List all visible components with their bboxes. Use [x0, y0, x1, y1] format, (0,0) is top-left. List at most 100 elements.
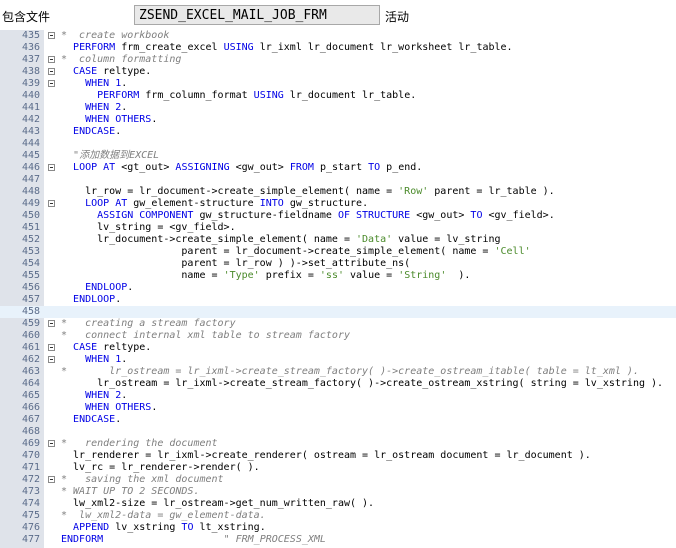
line-number: 440	[21, 90, 40, 101]
program-name-field[interactable]: ZSEND_EXCEL_MAIL_JOB_FRM	[134, 5, 380, 25]
line-number: 473	[21, 486, 40, 497]
line-number: 446	[21, 162, 40, 173]
line-number: 470	[21, 450, 40, 461]
code-line[interactable]: 453 parent = lr_document->create_simple_…	[0, 246, 676, 258]
line-number: 463	[21, 366, 40, 377]
code-text: * column formatting	[61, 54, 182, 65]
code-text: lv_string = <gv_field>.	[61, 222, 236, 233]
code-line[interactable]: 461 CASE reltype.	[0, 342, 676, 354]
line-number: 471	[21, 462, 40, 473]
line-number: 444	[21, 138, 40, 149]
line-number: 448	[21, 186, 40, 197]
line-number: 462	[21, 354, 40, 365]
code-line[interactable]: 451 lv_string = <gv_field>.	[0, 222, 676, 234]
line-number: 436	[21, 42, 40, 53]
code-line[interactable]: 452 lr_document->create_simple_element( …	[0, 234, 676, 246]
code-text: lr_ostream = lr_ixml->create_stream_fact…	[61, 378, 664, 389]
code-line[interactable]: 470 lr_renderer = lr_ixml->create_render…	[0, 450, 676, 462]
line-number: 461	[21, 342, 40, 353]
code-text: * creating a stream factory	[61, 318, 236, 329]
code-line[interactable]: 464 lr_ostream = lr_ixml->create_stream_…	[0, 378, 676, 390]
code-line[interactable]: 475 * lw_xml2-data = gw_element-data.	[0, 510, 676, 522]
line-number: 457	[21, 294, 40, 305]
code-line[interactable]: 455 name = 'Type' prefix = 'ss' value = …	[0, 270, 676, 282]
code-line[interactable]: 469 * rendering the document	[0, 438, 676, 450]
code-line[interactable]: 445 "添加数据到EXCEL	[0, 150, 676, 162]
code-line[interactable]: 437 * column formatting	[0, 54, 676, 66]
collapse-block-icon[interactable]	[48, 476, 55, 483]
code-text: CASE reltype.	[73, 342, 152, 353]
code-line[interactable]: 436 PERFORM frm_create_excel USING lr_ix…	[0, 42, 676, 54]
code-line[interactable]: 467 ENDCASE.	[0, 414, 676, 426]
line-number: 455	[21, 270, 40, 281]
code-line[interactable]: 472 * saving the xml document	[0, 474, 676, 486]
code-line[interactable]: 476 APPEND lv_xstring TO lt_xstring.	[0, 522, 676, 534]
code-line[interactable]: 458	[0, 306, 676, 318]
collapse-block-icon[interactable]	[48, 320, 55, 327]
code-line[interactable]: 435 * create workbook	[0, 30, 676, 42]
line-number: 445	[21, 150, 40, 161]
line-number: 456	[21, 282, 40, 293]
code-text: ASSIGN COMPONENT gw_structure-fieldname …	[97, 210, 555, 221]
line-number: 475	[21, 510, 40, 521]
code-line[interactable]: 459 * creating a stream factory	[0, 318, 676, 330]
code-line[interactable]: 463 * lr_ostream = lr_ixml->create_stream…	[0, 366, 676, 378]
collapse-block-icon[interactable]	[48, 80, 55, 87]
code-line[interactable]: 468	[0, 426, 676, 438]
code-line[interactable]: 473 * WAIT UP TO 2 SECONDS.	[0, 486, 676, 498]
code-line[interactable]: 448 lr_row = lr_document->create_simple_…	[0, 186, 676, 198]
code-line[interactable]: 471 lv_rc = lr_renderer->render( ).	[0, 462, 676, 474]
code-text: lr_renderer = lr_ixml->create_renderer( …	[61, 450, 591, 461]
line-number: 466	[21, 402, 40, 413]
code-line[interactable]: 465 WHEN 2.	[0, 390, 676, 402]
line-number: 435	[21, 30, 40, 41]
collapse-block-icon[interactable]	[48, 68, 55, 75]
line-number: 459	[21, 318, 40, 329]
code-line[interactable]: 449 LOOP AT gw_element-structure INTO gw…	[0, 198, 676, 210]
line-number: 442	[21, 114, 40, 125]
code-text: ENDFORM " FRM_PROCESS_XML	[61, 534, 326, 545]
code-line[interactable]: 457 ENDLOOP.	[0, 294, 676, 306]
code-line[interactable]: 439 WHEN 1.	[0, 78, 676, 90]
code-line[interactable]: 477 ENDFORM " FRM_PROCESS_XML	[0, 534, 676, 546]
code-line[interactable]: 460 * connect internal xml table to strea…	[0, 330, 676, 342]
code-line[interactable]: 450 ASSIGN COMPONENT gw_structure-fieldn…	[0, 210, 676, 222]
line-number: 452	[21, 234, 40, 245]
code-line[interactable]: 466 WHEN OTHERS.	[0, 402, 676, 414]
code-line[interactable]: 442 WHEN OTHERS.	[0, 114, 676, 126]
code-line[interactable]: 440 PERFORM frm_column_format USING lr_d…	[0, 90, 676, 102]
code-text: ENDLOOP.	[85, 282, 134, 293]
collapse-block-icon[interactable]	[48, 344, 55, 351]
collapse-block-icon[interactable]	[48, 56, 55, 63]
code-line[interactable]: 474 lw_xml2-size = lr_ostream->get_num_w…	[0, 498, 676, 510]
code-line[interactable]: 443 ENDCASE.	[0, 126, 676, 138]
collapse-block-icon[interactable]	[48, 164, 55, 171]
code-line[interactable]: 456 ENDLOOP.	[0, 282, 676, 294]
line-number: 464	[21, 378, 40, 389]
collapse-block-icon[interactable]	[48, 32, 55, 39]
code-line[interactable]: 441 WHEN 2.	[0, 102, 676, 114]
collapse-block-icon[interactable]	[48, 440, 55, 447]
code-line[interactable]: 454 parent = lr_row ) )->set_attribute_n…	[0, 258, 676, 270]
line-number: 465	[21, 390, 40, 401]
code-line[interactable]: 462 WHEN 1.	[0, 354, 676, 366]
code-text: PERFORM frm_column_format USING lr_docum…	[97, 90, 417, 101]
line-number: 450	[21, 210, 40, 221]
collapse-block-icon[interactable]	[48, 200, 55, 207]
code-text: parent = lr_document->create_simple_elem…	[61, 246, 531, 257]
code-line[interactable]: 444	[0, 138, 676, 150]
line-number: 476	[21, 522, 40, 533]
collapse-block-icon[interactable]	[48, 356, 55, 363]
code-line[interactable]: 438 CASE reltype.	[0, 66, 676, 78]
line-number: 449	[21, 198, 40, 209]
code-text: lw_xml2-size = lr_ostream->get_num_writt…	[61, 498, 375, 509]
code-text: ENDCASE.	[73, 126, 122, 137]
include-label: 包含文件	[2, 10, 51, 24]
code-line[interactable]: 447	[0, 174, 676, 186]
code-text: parent = lr_row ) )->set_attribute_ns(	[61, 258, 411, 269]
code-line[interactable]: 446 LOOP AT <gt_out> ASSIGNING <gw_out> …	[0, 162, 676, 174]
program-header: 包含文件 ZSEND_EXCEL_MAIL_JOB_FRM 活动	[0, 0, 676, 30]
code-text: * saving the xml document	[61, 474, 224, 485]
abap-code-editor[interactable]: 435 * create workbook 436 PERFORM frm_crea…	[0, 30, 676, 548]
code-text: * lr_ostream = lr_ixml->create_stream_fa…	[61, 366, 639, 377]
